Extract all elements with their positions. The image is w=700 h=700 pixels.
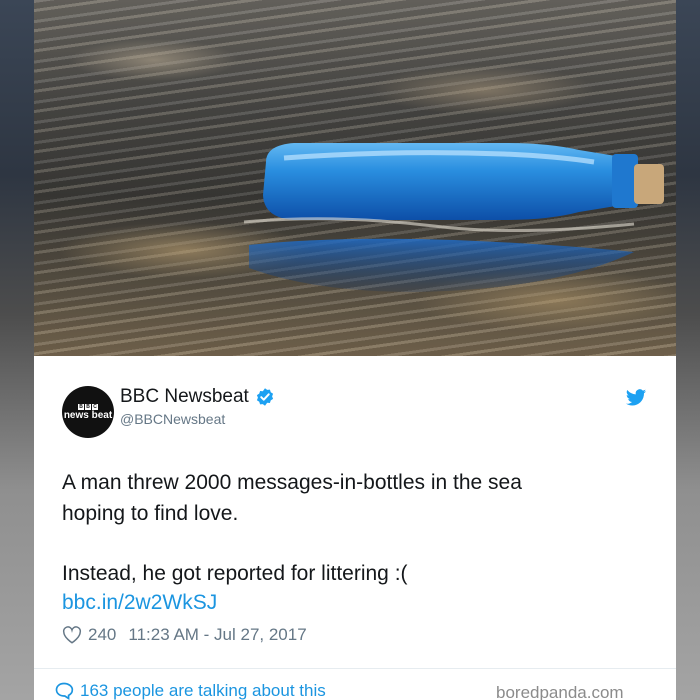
- account-name[interactable]: BBC Newsbeat: [120, 386, 249, 408]
- avatar[interactable]: B B C news beat: [62, 386, 114, 438]
- tweet-text-line: A man threw 2000 messages-in-bottles in …: [62, 471, 522, 494]
- tweet-card: B B C news beat BBC Newsbeat @BBCNewsbea…: [34, 0, 676, 700]
- tweet-text: A man threw 2000 messages-in-bottles in …: [62, 467, 642, 589]
- tweet-footer: 163 people are talking about this boredp…: [34, 668, 676, 700]
- like-count[interactable]: 240: [88, 625, 116, 645]
- bottle-illustration: [243, 143, 664, 292]
- tweet-photo[interactable]: [34, 0, 676, 356]
- bbc-logo-blocks: B B C: [78, 403, 98, 410]
- talking-count-text[interactable]: 163 people are talking about this: [80, 681, 326, 700]
- verified-badge-icon: [256, 388, 273, 406]
- tweet-timestamp[interactable]: 11:23 AM - Jul 27, 2017: [128, 625, 306, 645]
- account-handle[interactable]: @BBCNewsbeat: [120, 411, 225, 427]
- bbc-block: B: [78, 403, 84, 410]
- bbc-block: C: [92, 403, 98, 410]
- tweet-body: B B C news beat BBC Newsbeat @BBCNewsbea…: [34, 356, 676, 700]
- tweet-meta: 240 11:23 AM - Jul 27, 2017: [62, 625, 307, 645]
- tweet-text-line: Instead, he got reported for littering :…: [62, 562, 408, 585]
- speech-bubble-icon: [55, 682, 74, 700]
- conversation-link[interactable]: 163 people are talking about this: [54, 681, 326, 700]
- account-name-row[interactable]: BBC Newsbeat: [120, 386, 275, 408]
- tweet-link[interactable]: bbc.in/2w2WkSJ: [62, 591, 217, 615]
- bbc-block: B: [85, 403, 91, 410]
- source-credit: boredpanda.com: [496, 683, 624, 700]
- tweet-text-line: hoping to find love.: [62, 502, 239, 525]
- heart-icon[interactable]: [62, 626, 82, 644]
- twitter-bird-icon[interactable]: [625, 387, 647, 409]
- avatar-text: news beat: [63, 409, 113, 421]
